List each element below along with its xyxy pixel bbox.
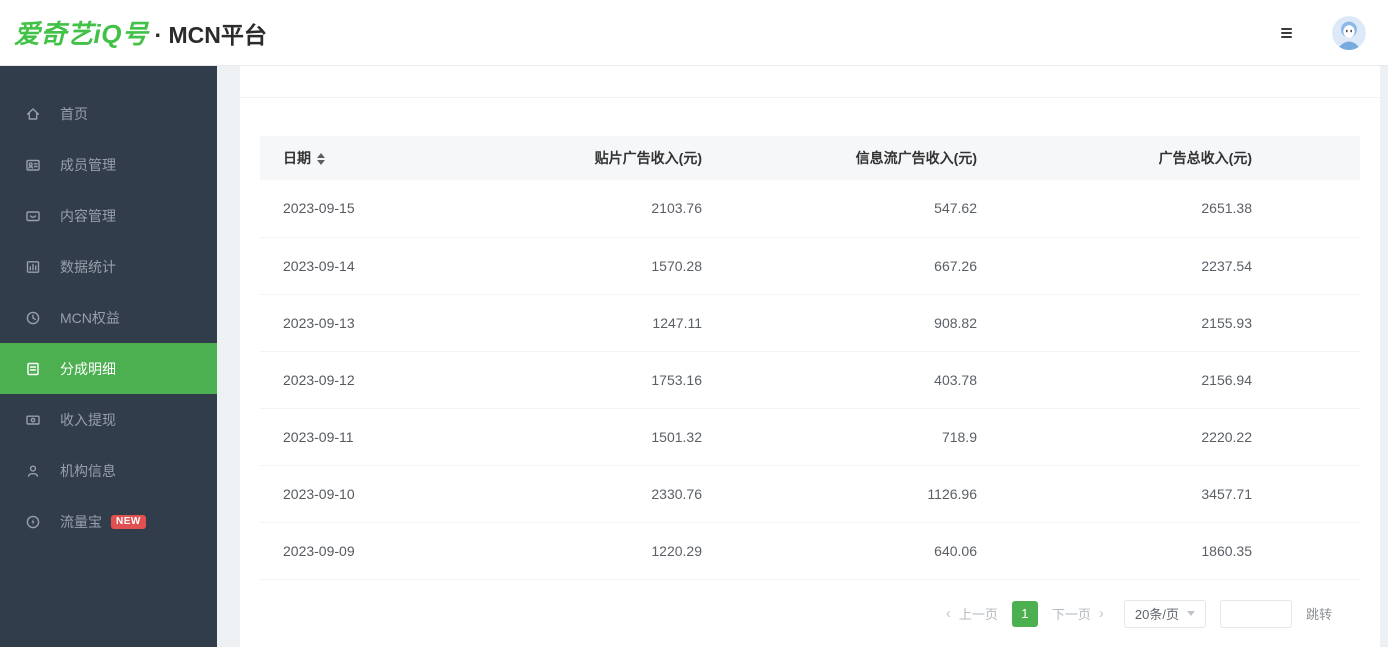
sidebar-item-label: 成员管理 [60,155,116,175]
prev-page-arrow-icon[interactable]: ‹ [942,606,955,621]
logo-brand-text: 爱奇艺iQ号 [14,14,148,51]
cell-patch-ad: 2103.76 [535,180,810,237]
cell-feed-ad: 640.06 [810,522,1085,579]
banknote-icon [25,412,41,428]
cell-feed-ad: 667.26 [810,237,1085,294]
sidebar-item-withdraw[interactable]: 收入提现 [0,394,217,445]
cell-date: 2023-09-14 [260,237,535,294]
sidebar-item-label: 流量宝 [60,512,102,532]
header-actions [1279,16,1366,50]
sidebar-item-label: 首页 [60,104,88,124]
jump-button[interactable]: 跳转 [1306,604,1332,623]
bar-chart-icon [25,259,41,275]
mcn-platform-app: 爱奇艺iQ号 · MCN平台 首页 [0,0,1388,647]
cell-total-ad: 2220.22 [1085,408,1360,465]
sidebar-item-stats[interactable]: 数据统计 [0,241,217,292]
page-size-value: 20条/页 [1135,604,1179,623]
table-row: 2023-09-14 1570.28 667.26 2237.54 [260,237,1360,294]
document-icon [25,361,41,377]
column-header-date[interactable]: 日期 [260,136,535,180]
cell-total-ad: 2237.54 [1085,237,1360,294]
cell-feed-ad: 403.78 [810,351,1085,408]
table-header-row: 日期 贴片广告收入(元) 信息流广告收入(元) 广告总收入(元) [260,136,1360,180]
user-avatar[interactable] [1332,16,1366,50]
cell-patch-ad: 1501.32 [535,408,810,465]
cell-total-ad: 2155.93 [1085,294,1360,351]
next-page-button[interactable]: 下一页 [1048,604,1095,623]
member-card-icon [25,157,41,173]
column-header-patch-ad: 贴片广告收入(元) [535,136,810,180]
cell-date: 2023-09-13 [260,294,535,351]
cell-patch-ad: 1753.16 [535,351,810,408]
cell-date: 2023-09-12 [260,351,535,408]
table-row: 2023-09-13 1247.11 908.82 2155.93 [260,294,1360,351]
cell-patch-ad: 1247.11 [535,294,810,351]
cell-total-ad: 2156.94 [1085,351,1360,408]
revenue-table-container: 日期 贴片广告收入(元) 信息流广告收入(元) 广告总收入(元) 2023-09… [240,98,1380,628]
content-card: 日期 贴片广告收入(元) 信息流广告收入(元) 广告总收入(元) 2023-09… [240,66,1380,647]
sidebar-item-traffic[interactable]: 流量宝 NEW [0,496,217,547]
sidebar-item-label: 机构信息 [60,461,116,481]
cell-feed-ad: 718.9 [810,408,1085,465]
sidebar-item-mcn-rights[interactable]: MCN权益 [0,292,217,343]
column-header-total-ad: 广告总收入(元) [1085,136,1360,180]
current-page-button[interactable]: 1 [1012,601,1038,627]
top-header: 爱奇艺iQ号 · MCN平台 [0,0,1388,66]
cell-patch-ad: 1570.28 [535,237,810,294]
clock-icon [25,310,41,326]
sidebar-item-revenue-detail[interactable]: 分成明细 [0,343,217,394]
cell-total-ad: 3457.71 [1085,465,1360,522]
sidebar-item-home[interactable]: 首页 [0,88,217,139]
sidebar-item-label: 分成明细 [60,359,116,379]
cell-patch-ad: 2330.76 [535,465,810,522]
sidebar-item-label: 数据统计 [60,257,116,277]
sidebar-item-label: 内容管理 [60,206,116,226]
table-row: 2023-09-11 1501.32 718.9 2220.22 [260,408,1360,465]
table-row: 2023-09-12 1753.16 403.78 2156.94 [260,351,1360,408]
new-badge: NEW [111,515,146,529]
page-size-select[interactable]: 20条/页 [1124,600,1206,628]
sidebar-item-org-info[interactable]: 机构信息 [0,445,217,496]
cell-patch-ad: 1220.29 [535,522,810,579]
table-row: 2023-09-09 1220.29 640.06 1860.35 [260,522,1360,579]
avatar-mascot-icon [1332,16,1366,50]
column-header-feed-ad: 信息流广告收入(元) [810,136,1085,180]
cell-date: 2023-09-11 [260,408,535,465]
content-tv-icon [25,208,41,224]
cell-date: 2023-09-09 [260,522,535,579]
sidebar-item-members[interactable]: 成员管理 [0,139,217,190]
pagination: ‹ 上一页 1 下一页 › 20条/页 跳转 [260,600,1360,628]
table-row: 2023-09-15 2103.76 547.62 2651.38 [260,180,1360,237]
cell-total-ad: 1860.35 [1085,522,1360,579]
next-page-arrow-icon[interactable]: › [1095,606,1108,621]
cell-feed-ad: 547.62 [810,180,1085,237]
sidebar-item-label: 收入提现 [60,410,116,430]
chevron-down-icon [1187,611,1195,616]
prev-page-button[interactable]: 上一页 [955,604,1002,623]
sort-icon[interactable] [317,153,325,165]
home-icon [25,106,41,122]
jump-page-input[interactable] [1220,600,1292,628]
cell-total-ad: 2651.38 [1085,180,1360,237]
table-row: 2023-09-10 2330.76 1126.96 3457.71 [260,465,1360,522]
app-logo[interactable]: 爱奇艺iQ号 · MCN平台 [14,14,267,51]
sidebar-item-label: MCN权益 [60,308,120,328]
bolt-circle-icon [25,514,41,530]
revenue-table: 日期 贴片广告收入(元) 信息流广告收入(元) 广告总收入(元) 2023-09… [260,136,1360,580]
cell-date: 2023-09-15 [260,180,535,237]
sidebar-item-content[interactable]: 内容管理 [0,190,217,241]
cell-feed-ad: 1126.96 [810,465,1085,522]
cell-date: 2023-09-10 [260,465,535,522]
card-toolbar [240,66,1380,98]
logo-product-text: · MCN平台 [154,16,266,50]
user-icon [25,463,41,479]
sidebar-nav: 首页 成员管理 内容管理 数据统计 MCN权益 [0,66,217,647]
cell-feed-ad: 908.82 [810,294,1085,351]
main-content: 日期 贴片广告收入(元) 信息流广告收入(元) 广告总收入(元) 2023-09… [217,66,1388,647]
hamburger-menu-icon[interactable] [1279,24,1294,42]
